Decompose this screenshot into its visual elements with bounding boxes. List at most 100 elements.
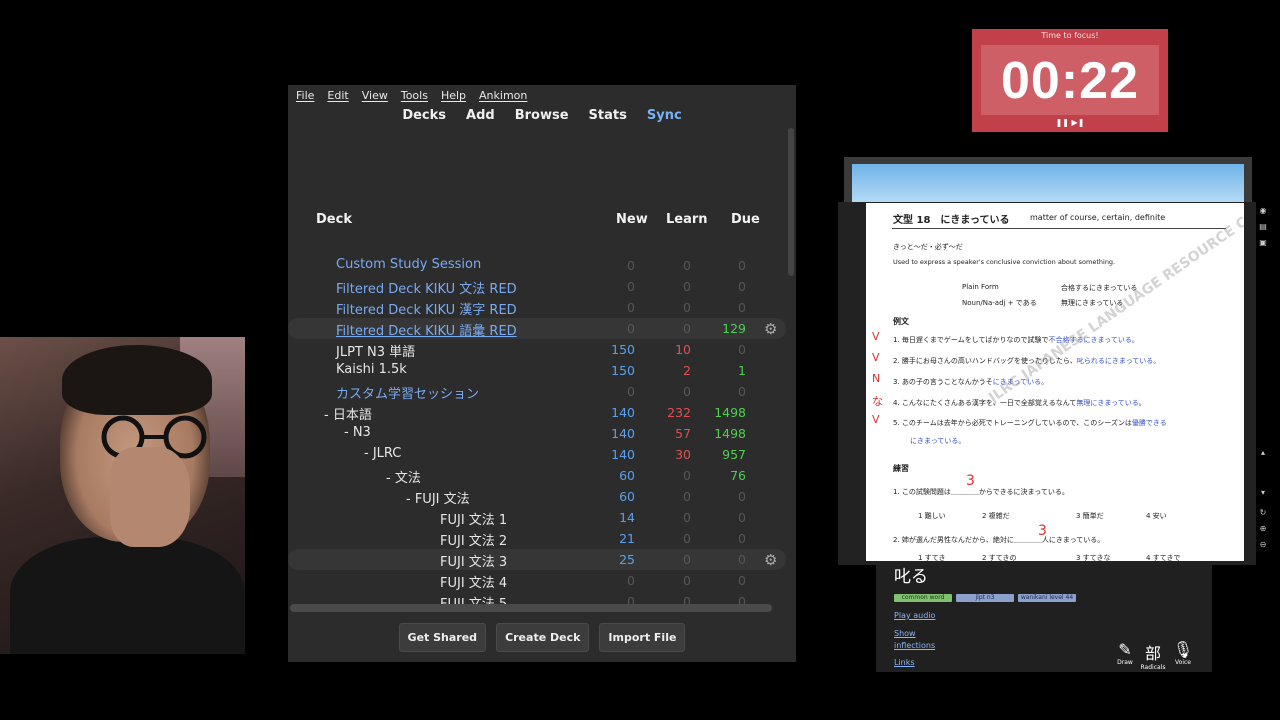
check-mark-2: V: [872, 351, 880, 364]
deck-name[interactable]: Filtered Deck KIKU 漢字 RED: [336, 299, 517, 318]
deck-row[interactable]: FUJI 文法 2 21 0 0: [288, 528, 786, 549]
deck-name[interactable]: - 文法: [386, 467, 421, 486]
toolbar-browse[interactable]: Browse: [515, 105, 569, 127]
deck-list-vertical-scrollbar[interactable]: [788, 128, 794, 276]
deck-row[interactable]: - 文法 60 0 76: [288, 465, 786, 486]
deck-row[interactable]: カスタム学習セッション 0 0 0: [288, 381, 786, 402]
deck-name[interactable]: Custom Study Session: [336, 257, 481, 272]
timer-pause-skip-controls[interactable]: ❚❚ ▶❚: [972, 118, 1168, 127]
q2-option-2: 2 すてきの: [982, 554, 1017, 561]
deck-name[interactable]: Filtered Deck KIKU 語彙 RED: [336, 320, 517, 339]
tag-jlpt: jlpt n3: [956, 594, 1014, 602]
focus-timer: Time to focus! 00:22 ❚❚ ▶❚: [972, 29, 1168, 132]
deck-learn-count: 0: [683, 258, 691, 273]
inflections-link[interactable]: inflections: [894, 641, 935, 650]
deck-learn-count: 10: [675, 342, 691, 357]
deck-row[interactable]: FUJI 文法 5000: [288, 591, 786, 605]
deck-row[interactable]: - 日本語 140 232 1498: [288, 402, 786, 423]
deck-row[interactable]: Filtered Deck KIKU 漢字 RED 0 0 0: [288, 297, 786, 318]
create-deck-button[interactable]: Create Deck: [496, 622, 590, 652]
deck-new-count: 140: [611, 447, 635, 462]
scroll-down-icon[interactable]: ▾: [1258, 488, 1268, 497]
deck-row[interactable]: FUJI 文法 3 25 0 0 ⚙: [288, 549, 786, 570]
deck-row[interactable]: JLPT N3 単語 150 10 0: [288, 339, 786, 360]
deck-new-count: 0: [627, 258, 635, 273]
deck-learn-count: 0: [683, 510, 691, 525]
check-mark-5: V: [872, 413, 880, 426]
example-4: 4. こんなにたくさんある漢字を、一日で全部覚えるなんて無理にきまっている。: [893, 398, 1146, 408]
form-plain: Plain Form: [962, 283, 999, 291]
column-learn: Learn: [666, 212, 708, 227]
toolbar-decks[interactable]: Decks: [402, 105, 446, 127]
deck-name[interactable]: - FUJI 文法: [406, 488, 470, 507]
deck-name[interactable]: FUJI 文法 2: [440, 530, 507, 549]
viewer-tool-icon[interactable]: ◉: [1258, 206, 1268, 215]
draw-label: Draw: [1117, 659, 1133, 666]
menu-help[interactable]: Help: [433, 85, 471, 105]
viewer-tool-icon[interactable]: ▤: [1258, 222, 1268, 231]
deck-row[interactable]: Custom Study Session 0 0 0: [288, 255, 786, 276]
deck-name[interactable]: Kaishi 1.5k: [336, 362, 407, 377]
show-link[interactable]: Show: [894, 629, 916, 638]
deck-new-count: 60: [619, 468, 635, 483]
deck-name[interactable]: FUJI 文法 3: [440, 551, 507, 570]
deck-row[interactable]: - FUJI 文法 60 0 0: [288, 486, 786, 507]
gear-icon[interactable]: ⚙: [764, 320, 777, 338]
deck-due-count: 129: [722, 321, 746, 336]
check-mark-3: N: [872, 372, 881, 385]
deck-name[interactable]: - JLRC: [364, 446, 401, 461]
deck-name[interactable]: JLPT N3 単語: [336, 341, 415, 360]
toolbar-sync[interactable]: Sync: [647, 105, 682, 127]
example-2-highlight: 叱られるにきまっている。: [1076, 357, 1161, 365]
zoom-in-icon[interactable]: ⊕: [1258, 524, 1268, 533]
practice-title: 練習: [893, 464, 909, 473]
refresh-icon[interactable]: ↻: [1258, 508, 1268, 517]
practice-question-2: 2. 姉が選んだ男性なんだから、絶対に＿＿＿＿人にきまっている。: [893, 536, 1105, 544]
deck-row[interactable]: FUJI 文法 4 0 0 0: [288, 570, 786, 591]
deck-row[interactable]: Kaishi 1.5k 150 2 1: [288, 360, 786, 381]
menu-tools[interactable]: Tools: [393, 85, 433, 105]
deck-row[interactable]: Filtered Deck KIKU 語彙 RED 0 0 129 ⚙: [288, 318, 786, 339]
menu-ankimon[interactable]: Ankimon: [471, 85, 532, 105]
import-file-button[interactable]: Import File: [599, 622, 686, 652]
deck-name[interactable]: FUJI 文法 1: [440, 509, 507, 528]
scroll-up-icon[interactable]: ▴: [1258, 448, 1268, 457]
menu-view[interactable]: View: [354, 85, 393, 105]
heading-divider: [892, 228, 1226, 229]
zoom-out-icon[interactable]: ⊖: [1258, 540, 1268, 549]
links-link[interactable]: Links: [894, 658, 915, 667]
get-shared-button[interactable]: Get Shared: [398, 622, 487, 652]
voice-tool[interactable]: 🎙 Voice: [1170, 640, 1196, 666]
deck-name[interactable]: Filtered Deck KIKU 文法 RED: [336, 278, 517, 297]
deck-name[interactable]: FUJI 文法 4: [440, 572, 507, 591]
deck-row[interactable]: Filtered Deck KIKU 文法 RED 0 0 0: [288, 276, 786, 297]
menu-file[interactable]: File: [288, 85, 319, 105]
deck-name[interactable]: カスタム学習セッション: [336, 383, 479, 402]
deck-learn-count: 0: [683, 573, 691, 588]
q1-option-3: 3 簡単だ: [1076, 512, 1104, 520]
example-5-highlight: 優勝できる: [1131, 419, 1167, 427]
toolbar-stats[interactable]: Stats: [589, 105, 627, 127]
deck-new-count: 140: [611, 405, 635, 420]
deck-row[interactable]: FUJI 文法 1 14 0 0: [288, 507, 786, 528]
gear-icon[interactable]: ⚙: [764, 551, 777, 569]
viewer-tool-icon[interactable]: ▣: [1258, 238, 1268, 247]
toolbar-add[interactable]: Add: [466, 105, 495, 127]
column-new: New: [616, 212, 648, 227]
deck-new-count: 150: [611, 342, 635, 357]
menu-edit[interactable]: Edit: [319, 85, 353, 105]
deck-learn-count: 2: [683, 363, 691, 378]
textbook-page: 文型 18 にきまっている matter of course, certain,…: [866, 203, 1244, 561]
deck-name[interactable]: - 日本語: [324, 404, 372, 423]
play-audio-link[interactable]: Play audio: [894, 611, 935, 620]
radicals-tool[interactable]: 部 Radicals: [1140, 640, 1166, 671]
deck-learn-count: 0: [683, 321, 691, 336]
deck-row[interactable]: - N3 140 57 1498: [288, 423, 786, 444]
practice-question-1: 1. この試験問題は＿＿＿＿からできるに決まっている。: [893, 488, 1069, 496]
deck-new-count: 150: [611, 363, 635, 378]
draw-tool[interactable]: ✎ Draw: [1112, 640, 1138, 666]
deck-name[interactable]: - N3: [344, 425, 371, 440]
deck-list-horizontal-scrollbar[interactable]: [290, 604, 772, 612]
timer-display: 00:22: [981, 45, 1159, 115]
deck-row[interactable]: - JLRC 140 30 957: [288, 444, 786, 465]
